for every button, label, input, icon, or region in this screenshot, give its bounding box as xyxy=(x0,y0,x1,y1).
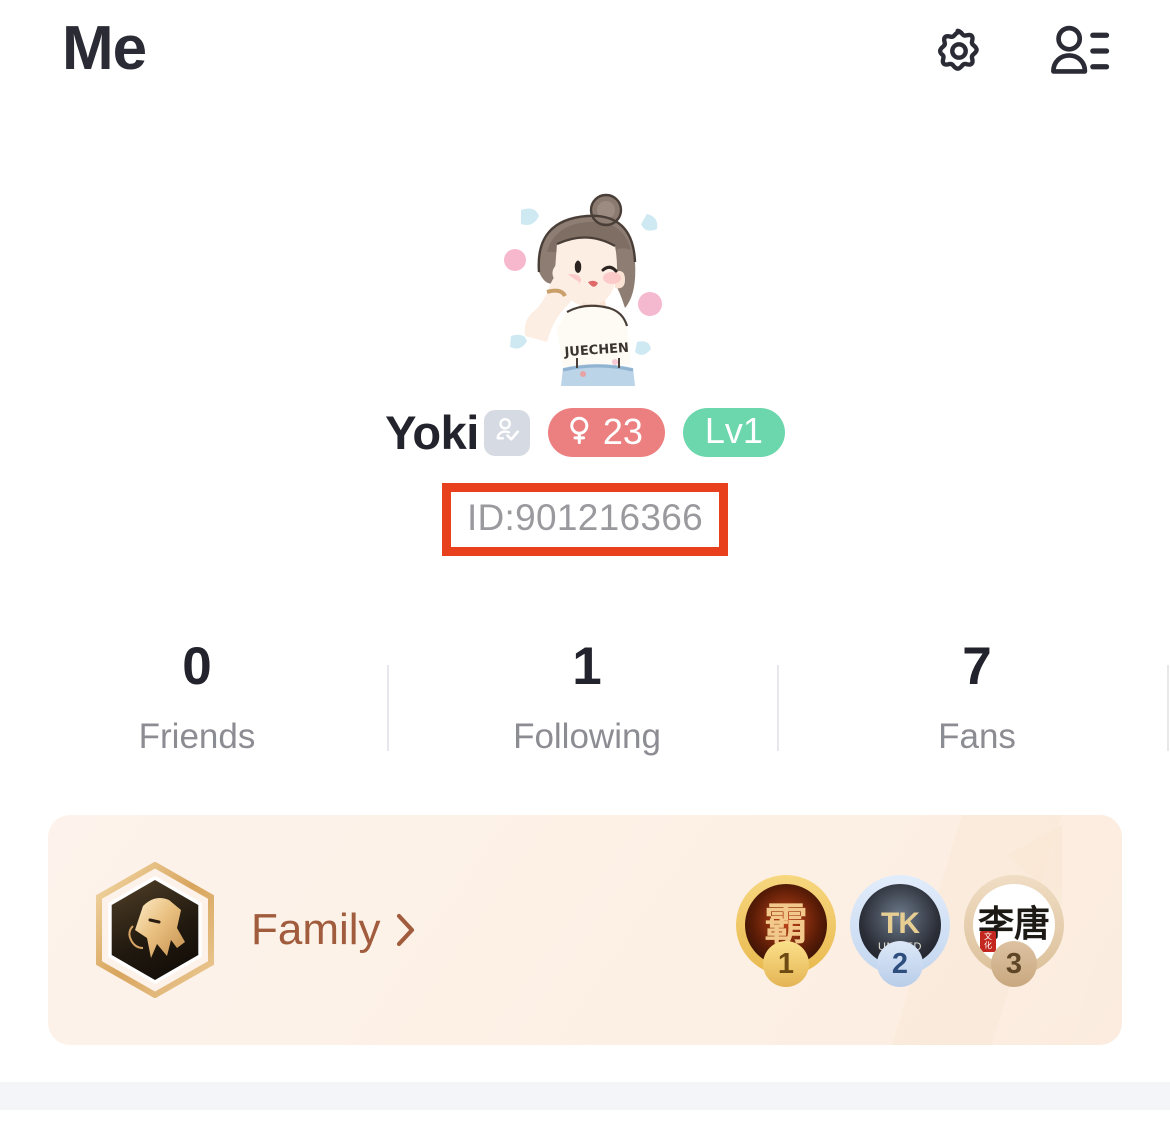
app-header: Me xyxy=(0,0,1170,108)
avatar[interactable]: JUECHEN xyxy=(487,186,683,386)
stat-divider xyxy=(1167,665,1169,751)
family-link[interactable]: Family xyxy=(251,908,417,952)
family-rank-3[interactable]: 李唐 文化 3 xyxy=(964,875,1064,987)
contacts-button[interactable] xyxy=(1046,20,1112,86)
verified-person-check-icon xyxy=(492,415,522,450)
family-banner[interactable]: Family 霸 1 TK 2 李唐 文化 3 xyxy=(48,815,1122,1045)
emblem-seal: 文化 xyxy=(980,931,996,952)
stat-value: 0 xyxy=(182,637,212,696)
settings-button[interactable] xyxy=(926,20,992,86)
section-divider-band xyxy=(0,1082,1170,1110)
level-label: Lv1 xyxy=(704,409,763,451)
stat-following[interactable]: 1 Following xyxy=(490,640,684,754)
stat-fans[interactable]: 7 Fans xyxy=(880,640,1074,754)
family-rank-2[interactable]: TK UNITED 2 xyxy=(850,875,950,987)
lion-hexagon-badge-icon xyxy=(93,861,217,999)
female-symbol-icon xyxy=(567,415,594,451)
stat-divider xyxy=(387,665,389,751)
family-rank-list: 霸 1 TK UNITED 2 李唐 文化 xyxy=(736,815,1064,1045)
gender-age-badge: 23 xyxy=(547,408,665,457)
verified-badge[interactable] xyxy=(483,409,530,456)
annotation-highlight-box: ID:901216366 xyxy=(441,483,729,556)
stat-label: Following xyxy=(513,717,661,756)
avatar-container[interactable]: JUECHEN xyxy=(0,186,1170,386)
stat-label: Fans xyxy=(938,717,1016,756)
stat-label: Friends xyxy=(138,717,256,756)
stats-row: 0 Friends 1 Following 7 Fans xyxy=(0,640,1170,790)
gear-icon xyxy=(928,20,990,87)
profile-screen: Me JUECHEN Yoki 23 Lv1 ID:901216366 0 Fr… xyxy=(0,0,1170,1128)
display-name: Yoki xyxy=(385,406,479,459)
header-actions xyxy=(926,20,1112,86)
level-badge: Lv1 xyxy=(682,408,785,457)
age-value: 23 xyxy=(602,410,643,452)
emblem-glyph: TK xyxy=(881,907,920,940)
page-title: Me xyxy=(62,14,147,83)
rank-number: 2 xyxy=(877,941,923,987)
user-id-row: ID:901216366 xyxy=(0,483,1170,556)
profile-name-row: Yoki 23 Lv1 xyxy=(0,408,1170,457)
family-rank-1[interactable]: 霸 1 xyxy=(736,875,836,987)
rank-number: 1 xyxy=(763,941,809,987)
stat-divider xyxy=(777,665,779,751)
stat-value: 7 xyxy=(962,637,992,696)
rank-number: 3 xyxy=(991,941,1037,987)
family-label: Family xyxy=(251,905,381,954)
chevron-right-icon xyxy=(395,912,417,948)
family-left-group[interactable]: Family xyxy=(93,815,417,1045)
user-id-text[interactable]: ID:901216366 xyxy=(467,497,703,540)
person-list-icon xyxy=(1047,20,1111,87)
stat-friends[interactable]: 0 Friends xyxy=(100,640,294,754)
stat-value: 1 xyxy=(572,637,602,696)
